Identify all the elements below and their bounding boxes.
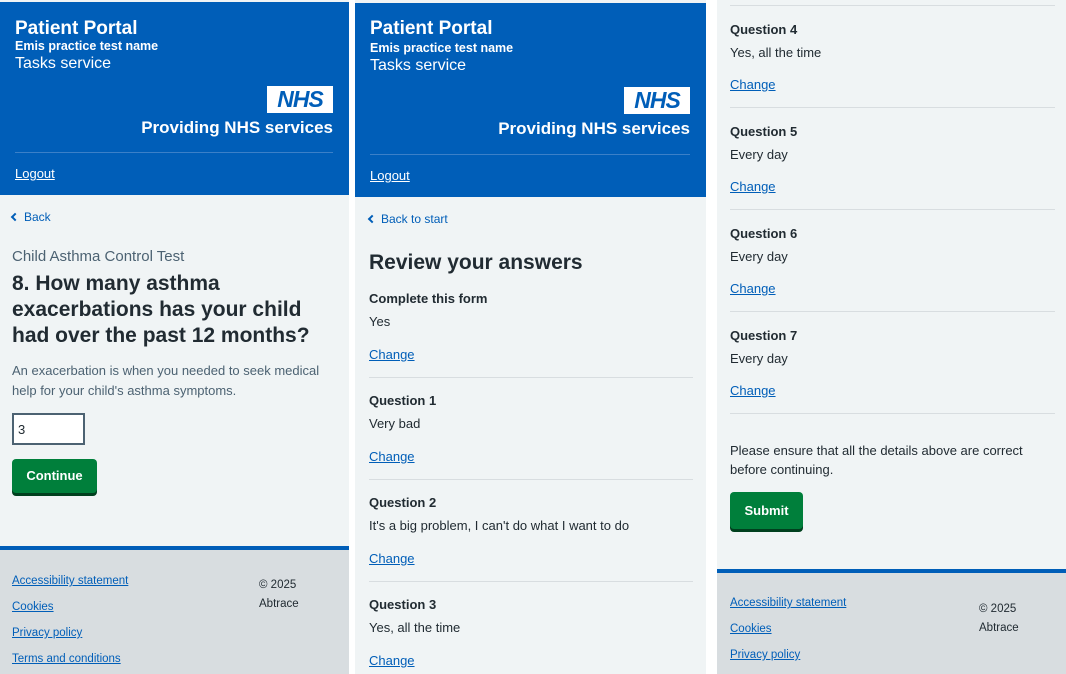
service-name: Tasks service — [370, 57, 467, 74]
company-name: Abtrace — [979, 622, 1019, 634]
company-name: Abtrace — [259, 598, 299, 610]
footer-copyright: © 2025 Abtrace — [979, 600, 1019, 638]
question-page-panel: Patient Portal Emis practice test name T… — [0, 0, 349, 674]
terms-and-conditions-link[interactable]: Terms and conditions — [12, 653, 121, 665]
change-question-3-link[interactable]: Change — [369, 653, 415, 668]
change-question-7-link[interactable]: Change — [730, 383, 776, 398]
question-hint: An exacerbation is when you needed to se… — [12, 363, 320, 398]
summary-key: Question 5 — [730, 124, 798, 139]
summary-value: Yes, all the time — [369, 620, 461, 635]
summary-value: Very bad — [369, 416, 421, 431]
summary-key: Question 7 — [730, 328, 798, 343]
cookies-link[interactable]: Cookies — [12, 601, 54, 613]
site-header: Patient Portal Emis practice test name T… — [355, 3, 706, 197]
summary-divider — [730, 107, 1055, 108]
providing-nhs-services: Providing NHS services — [498, 119, 690, 138]
back-to-start-link[interactable]: Back to start — [367, 212, 448, 226]
change-question-2-link[interactable]: Change — [369, 551, 415, 566]
summary-value: Every day — [730, 249, 788, 264]
header-divider — [370, 154, 690, 155]
review-page-panel-bottom: Question 4 Yes, all the time Change Ques… — [717, 0, 1066, 674]
summary-divider — [730, 5, 1055, 6]
summary-divider — [369, 377, 693, 378]
page-title: Review your answers — [369, 251, 583, 274]
chevron-left-icon — [367, 214, 377, 224]
practice-name: Emis practice test name — [370, 41, 514, 55]
summary-value: Every day — [730, 351, 788, 366]
summary-value: Every day — [730, 147, 788, 162]
portal-title: Patient Portal — [370, 18, 493, 39]
summary-key: Question 2 — [369, 495, 437, 510]
question-heading: 8. How many asthma exacerbations has you… — [12, 272, 310, 347]
submit-button[interactable]: Submit — [730, 492, 803, 529]
change-question-4-link[interactable]: Change — [730, 77, 776, 92]
summary-divider — [369, 479, 693, 480]
site-header: Patient Portal Emis practice test name T… — [0, 2, 349, 195]
summary-value: Yes — [369, 314, 391, 329]
summary-key: Question 1 — [369, 393, 437, 408]
summary-value: Yes, all the time — [730, 45, 822, 60]
review-page-panel-top: Patient Portal Emis practice test name T… — [355, 0, 706, 674]
change-question-1-link[interactable]: Change — [369, 449, 415, 464]
summary-divider — [730, 209, 1055, 210]
summary-key: Question 3 — [369, 597, 437, 612]
logout-link[interactable]: Logout — [370, 168, 410, 183]
cookies-link[interactable]: Cookies — [730, 623, 772, 635]
summary-divider — [730, 413, 1055, 414]
summary-key: Question 6 — [730, 226, 798, 241]
accessibility-statement-link[interactable]: Accessibility statement — [730, 597, 846, 609]
logout-link[interactable]: Logout — [15, 166, 55, 181]
back-to-start-label: Back to start — [381, 212, 448, 226]
summary-value: It's a big problem, I can't do what I wa… — [369, 518, 630, 533]
change-complete-form-link[interactable]: Change — [369, 347, 415, 362]
change-question-6-link[interactable]: Change — [730, 281, 776, 296]
practice-name: Emis practice test name — [15, 39, 159, 53]
confirmation-notice: Please ensure that all the details above… — [730, 443, 1023, 477]
copyright-year: © 2025 — [979, 603, 1017, 615]
privacy-policy-link[interactable]: Privacy policy — [12, 627, 82, 639]
portal-title: Patient Portal — [15, 18, 138, 39]
change-question-5-link[interactable]: Change — [730, 179, 776, 194]
summary-key: Question 4 — [730, 22, 798, 37]
service-name: Tasks service — [15, 55, 112, 72]
back-link-label: Back — [24, 210, 51, 224]
form-caption: Child Asthma Control Test — [12, 248, 185, 265]
site-footer: Accessibility statement Cookies Privacy … — [0, 546, 349, 674]
summary-divider — [369, 581, 693, 582]
accessibility-statement-link[interactable]: Accessibility statement — [12, 575, 128, 587]
chevron-left-icon — [10, 212, 20, 222]
site-footer: Accessibility statement Cookies Privacy … — [717, 569, 1066, 674]
back-link[interactable]: Back — [10, 210, 51, 224]
exacerbations-input[interactable] — [12, 413, 85, 445]
summary-divider — [730, 311, 1055, 312]
nhs-logo: NHS — [267, 86, 333, 113]
footer-copyright: © 2025 Abtrace — [259, 576, 299, 614]
providing-nhs-services: Providing NHS services — [141, 118, 333, 137]
header-divider — [15, 152, 333, 153]
nhs-logo: NHS — [624, 87, 690, 114]
privacy-policy-link[interactable]: Privacy policy — [730, 649, 800, 661]
continue-button[interactable]: Continue — [12, 459, 97, 493]
copyright-year: © 2025 — [259, 579, 297, 591]
summary-key: Complete this form — [369, 291, 488, 306]
